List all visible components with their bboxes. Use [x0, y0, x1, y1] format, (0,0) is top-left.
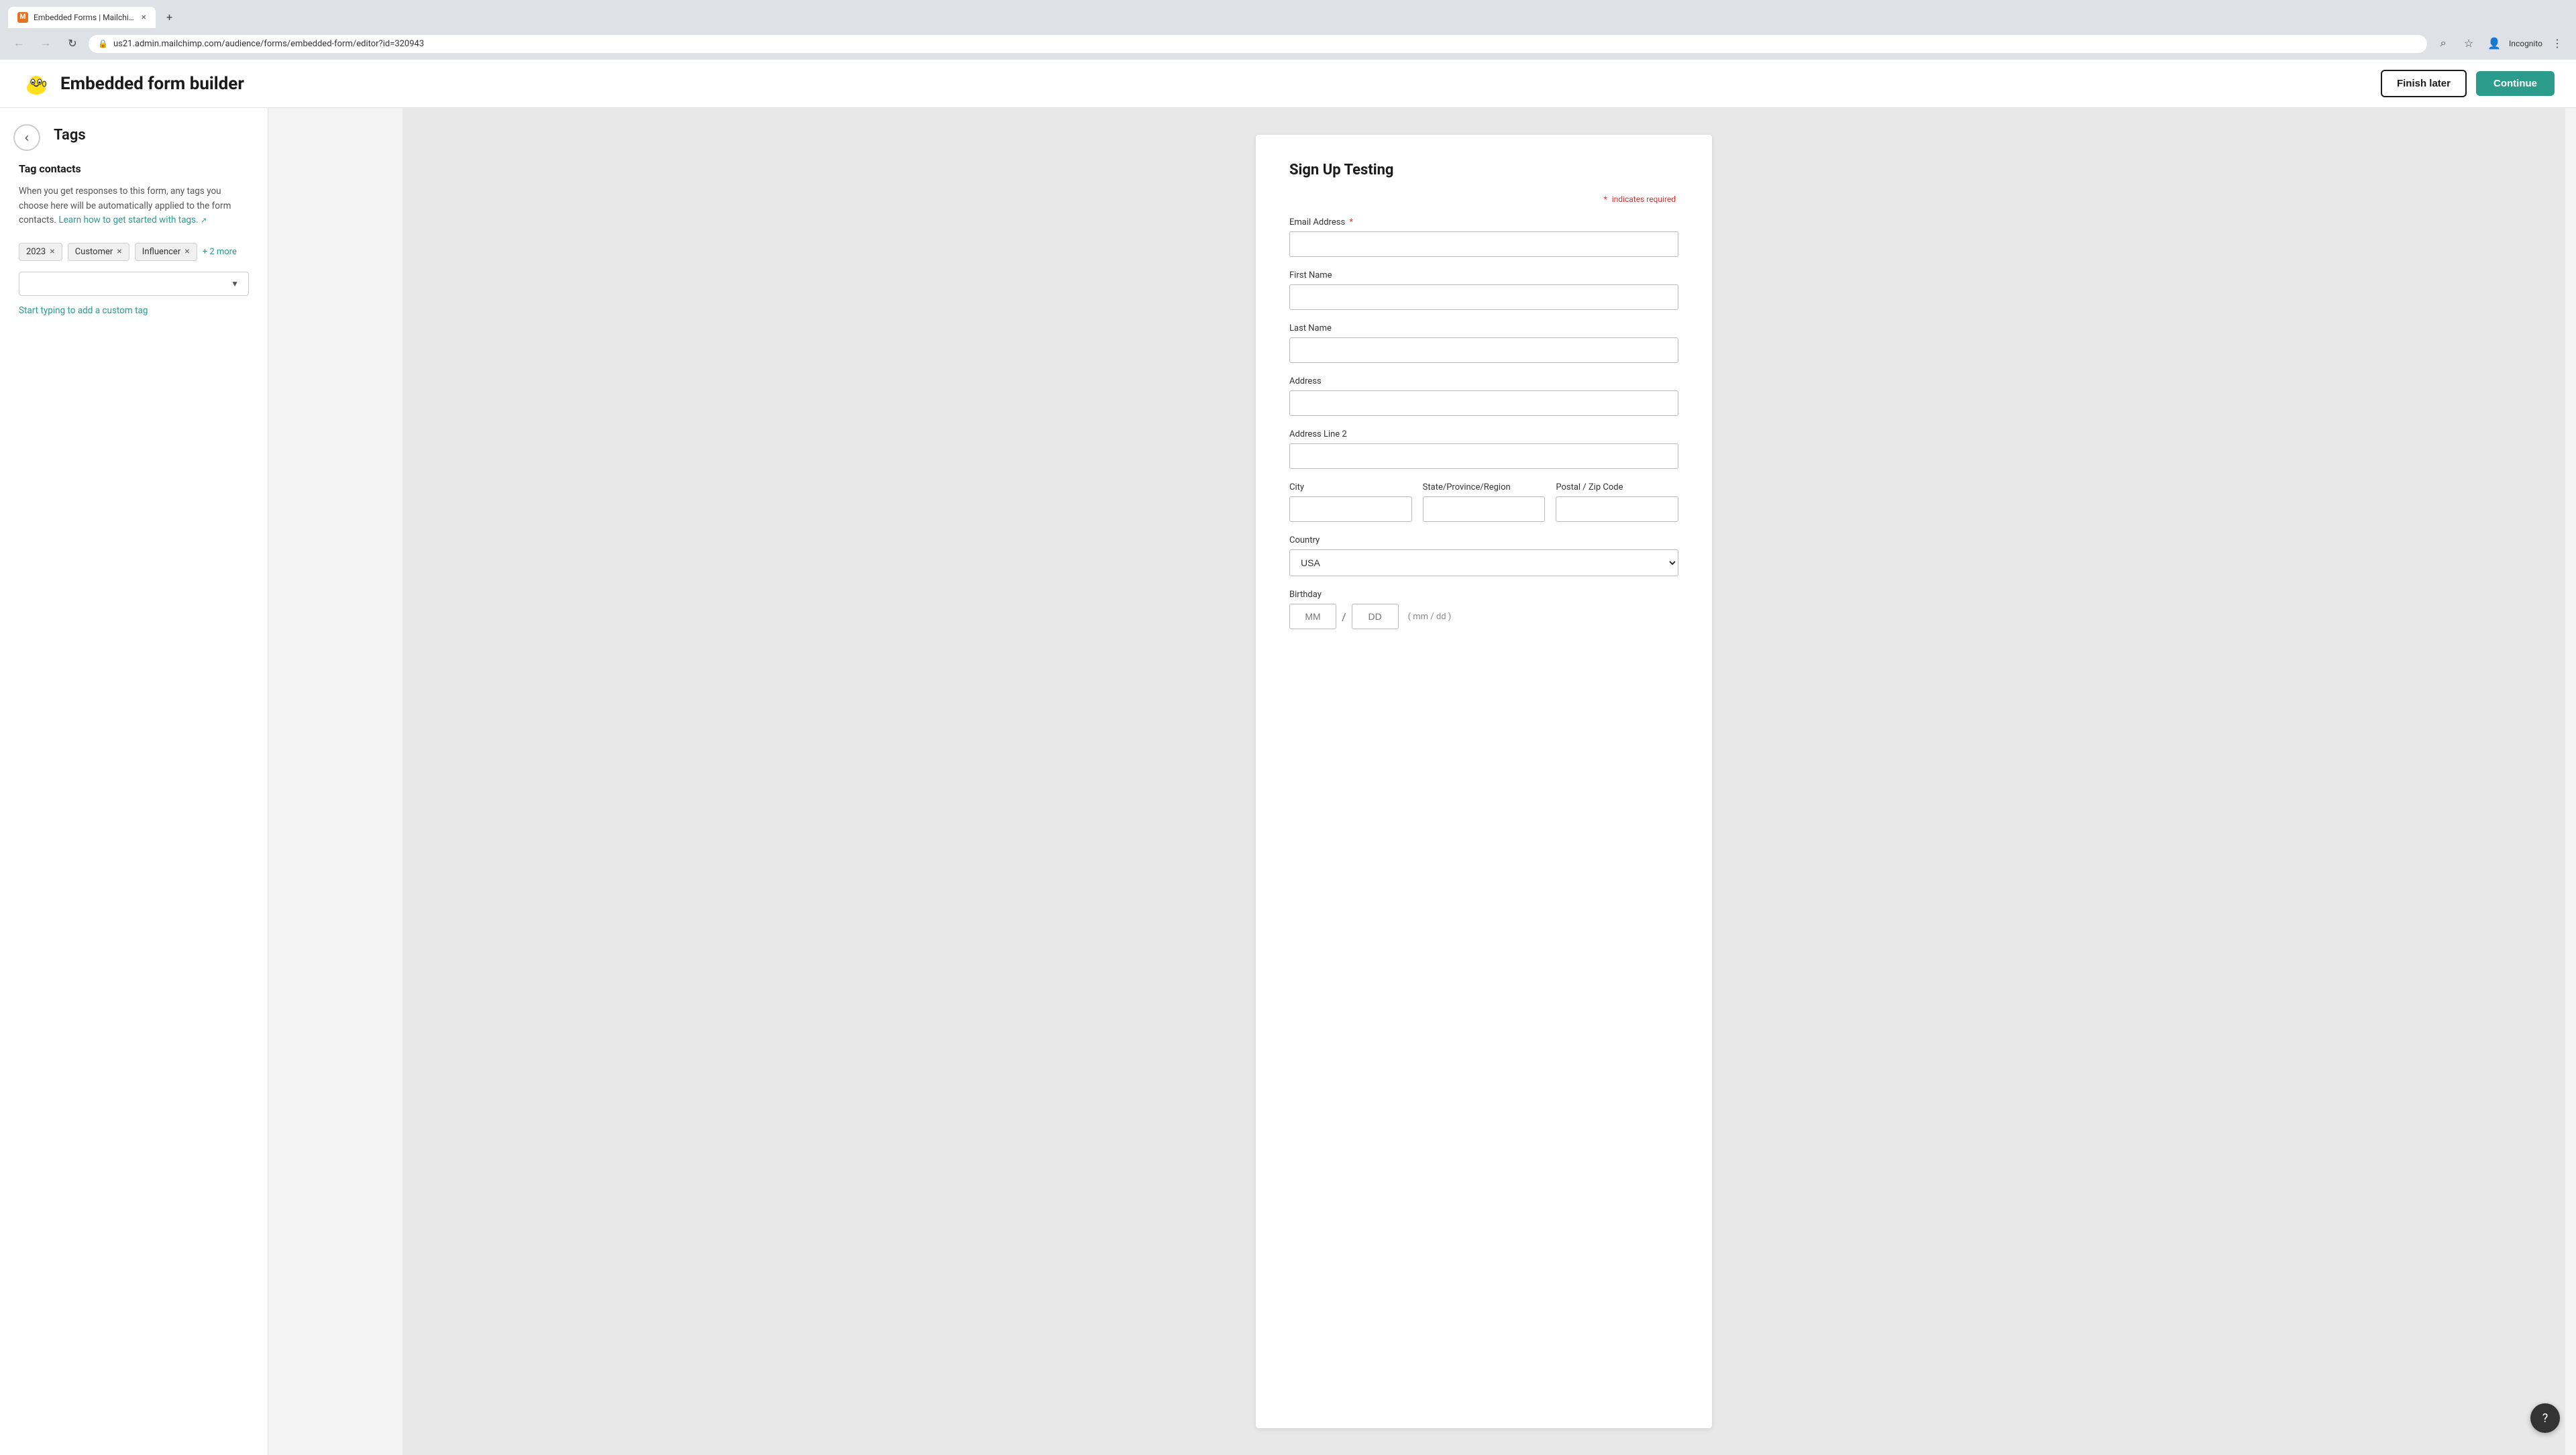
birthday-hint: ( mm / dd ): [1408, 612, 1452, 622]
first-name-input[interactable]: [1289, 284, 1678, 310]
form-field-address: Address: [1289, 376, 1678, 416]
tag-label-2023: 2023: [26, 247, 46, 257]
finish-later-button[interactable]: Finish later: [2381, 70, 2467, 97]
birthday-row: / ( mm / dd ): [1289, 604, 1678, 629]
address2-input[interactable]: [1289, 443, 1678, 469]
tag-remove-2023[interactable]: ×: [50, 247, 54, 256]
browser-forward-btn[interactable]: →: [35, 33, 56, 54]
tag-contacts-description: When you get responses to this form, any…: [19, 184, 249, 228]
divider-panel: [268, 108, 402, 1455]
tag-label-influencer: Influencer: [142, 247, 180, 257]
browser-tab-title: Embedded Forms | Mailchimp: [34, 13, 136, 22]
email-label: Email Address *: [1289, 217, 1678, 227]
browser-tab-active[interactable]: M Embedded Forms | Mailchimp ×: [8, 7, 156, 28]
form-card: Sign Up Testing * indicates required Ema…: [1256, 135, 1712, 1428]
browser-profile-btn[interactable]: 👤: [2483, 33, 2505, 54]
tag-label-customer: Customer: [75, 247, 113, 257]
address-input[interactable]: [1289, 390, 1678, 416]
form-field-last-name: Last Name: [1289, 323, 1678, 363]
tags-row: 2023 × Customer × Influencer × + 2 more: [19, 243, 249, 261]
required-note-text: indicates required: [1612, 195, 1676, 204]
learn-tags-link[interactable]: Learn how to get started with tags. ↗: [58, 215, 207, 225]
back-button[interactable]: ‹: [13, 124, 40, 151]
tag-dropdown[interactable]: ▼: [19, 272, 249, 296]
browser-new-tab[interactable]: +: [161, 5, 178, 29]
left-panel: ‹ Tags Tag contacts When you get respons…: [0, 108, 268, 1455]
required-star-icon: *: [1604, 195, 1607, 204]
state-input[interactable]: [1423, 496, 1546, 522]
back-arrow-icon: ‹: [25, 131, 29, 145]
form-field-email: Email Address *: [1289, 217, 1678, 257]
birthday-slash: /: [1342, 610, 1346, 623]
browser-address-bar[interactable]: 🔒 us21.admin.mailchimp.com/audience/form…: [89, 35, 2427, 53]
form-field-address2: Address Line 2: [1289, 429, 1678, 469]
form-preview-area: Sign Up Testing * indicates required Ema…: [402, 108, 2565, 1455]
form-field-first-name: First Name: [1289, 270, 1678, 310]
tag-remove-influencer[interactable]: ×: [184, 247, 189, 256]
form-field-state: State/Province/Region: [1423, 482, 1546, 522]
address-lock-icon: 🔒: [98, 39, 108, 48]
browser-toolbar: ← → ↻ 🔒 us21.admin.mailchimp.com/audienc…: [0, 29, 2576, 60]
city-state-zip-row: City State/Province/Region Postal / Zip …: [1289, 482, 1678, 535]
city-input[interactable]: [1289, 496, 1412, 522]
mailchimp-favicon: M: [17, 12, 28, 23]
panel-title: Tags: [54, 127, 249, 144]
custom-tag-hint[interactable]: Start typing to add a custom tag: [19, 305, 249, 316]
country-label: Country: [1289, 535, 1678, 545]
help-button[interactable]: ?: [2530, 1403, 2560, 1433]
right-scrollbar: [2565, 108, 2576, 1455]
email-input[interactable]: [1289, 231, 1678, 257]
app-header: Embedded form builder Finish later Conti…: [0, 60, 2576, 108]
form-title: Sign Up Testing: [1289, 162, 1678, 178]
browser-address-text: us21.admin.mailchimp.com/audience/forms/…: [113, 39, 2418, 49]
country-select[interactable]: USA: [1289, 549, 1678, 576]
app-body: ‹ Tags Tag contacts When you get respons…: [0, 108, 2576, 1455]
birthday-month-input[interactable]: [1289, 604, 1336, 629]
browser-refresh-btn[interactable]: ↻: [62, 33, 83, 54]
browser-bookmark-btn[interactable]: ☆: [2458, 33, 2479, 54]
birthday-label: Birthday: [1289, 590, 1678, 600]
tag-chip-customer: Customer ×: [68, 243, 129, 261]
browser-incognito-label: Incognito: [2509, 39, 2542, 48]
tag-contacts-title: Tag contacts: [19, 162, 249, 175]
city-label: City: [1289, 482, 1412, 492]
browser-chrome: M Embedded Forms | Mailchimp × + ← → ↻ 🔒…: [0, 0, 2576, 60]
zip-label: Postal / Zip Code: [1556, 482, 1678, 492]
tags-more[interactable]: + 2 more: [203, 247, 237, 257]
form-field-city: City: [1289, 482, 1412, 522]
zip-input[interactable]: [1556, 496, 1678, 522]
mailchimp-logo: [21, 69, 51, 99]
form-required-note: * indicates required: [1289, 195, 1678, 204]
form-field-country: Country USA: [1289, 535, 1678, 576]
form-field-birthday: Birthday / ( mm / dd ): [1289, 590, 1678, 629]
email-required-star: *: [1349, 217, 1353, 227]
browser-back-btn[interactable]: ←: [8, 33, 30, 54]
address2-label: Address Line 2: [1289, 429, 1678, 439]
first-name-label: First Name: [1289, 270, 1678, 280]
browser-toolbar-actions: ⌕ ☆ 👤 Incognito ⋮: [2432, 33, 2568, 54]
header-actions: Finish later Continue: [2381, 70, 2555, 97]
form-field-zip: Postal / Zip Code: [1556, 482, 1678, 522]
state-label: State/Province/Region: [1423, 482, 1546, 492]
browser-tab-close[interactable]: ×: [142, 12, 146, 23]
birthday-day-input[interactable]: [1352, 604, 1399, 629]
tag-chip-influencer: Influencer ×: [135, 243, 197, 261]
browser-titlebar: M Embedded Forms | Mailchimp × +: [0, 0, 2576, 29]
browser-search-btn[interactable]: ⌕: [2432, 33, 2454, 54]
tag-remove-customer[interactable]: ×: [117, 247, 121, 256]
dropdown-arrow-icon: ▼: [231, 279, 239, 288]
address-label: Address: [1289, 376, 1678, 386]
last-name-input[interactable]: [1289, 337, 1678, 363]
external-link-icon: ↗: [201, 216, 207, 225]
browser-menu-btn[interactable]: ⋮: [2546, 33, 2568, 54]
tag-chip-2023: 2023 ×: [19, 243, 62, 261]
last-name-label: Last Name: [1289, 323, 1678, 333]
continue-button[interactable]: Continue: [2476, 71, 2555, 96]
app-title: Embedded form builder: [60, 74, 244, 94]
